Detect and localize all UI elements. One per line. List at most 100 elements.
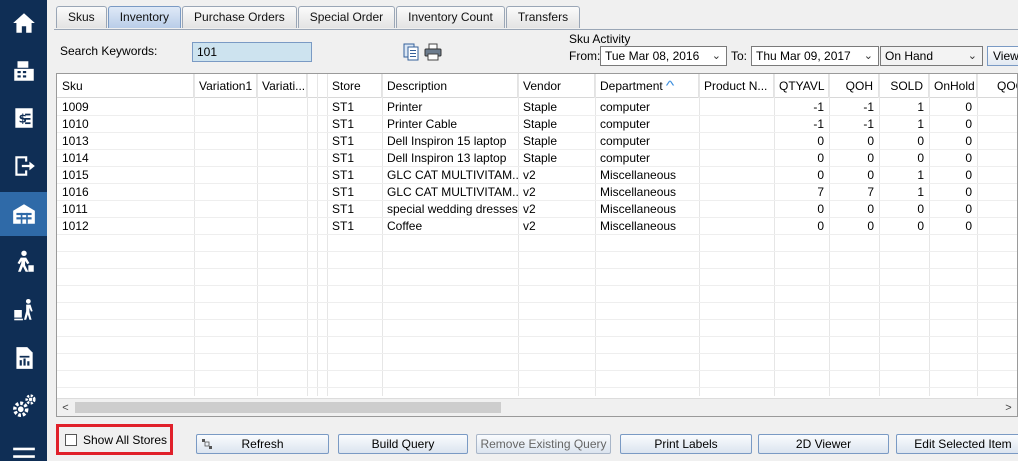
cell-vendor: v2 [523,219,536,233]
sidebar-item-register[interactable] [0,49,47,93]
column-header-variation1[interactable]: Variation1 [194,74,257,98]
show-all-stores-checkbox[interactable] [65,433,77,446]
department-header-label: Department [600,79,663,93]
cell-variation2 [257,218,307,235]
scroll-left-icon[interactable]: < [57,400,74,416]
cell-variation1 [194,99,257,116]
column-header-qoh[interactable]: QOH [829,74,879,98]
tab-transfers[interactable]: Transfers [505,6,581,28]
print-icon[interactable] [424,43,442,61]
column-header-department[interactable]: Department ^ [595,74,699,98]
show-all-stores-highlight: Show All Stores [56,424,173,455]
table-row[interactable] [57,337,1017,354]
cell-product-name [699,184,774,201]
tab-skus[interactable]: Skus [56,6,107,28]
cell-variation1 [194,218,257,235]
cell-department: computer [600,134,651,148]
build-query-button[interactable]: Build Query [338,434,468,454]
sidebar-item-inventory[interactable] [0,192,47,236]
cell-sku: 1013 [62,134,89,148]
cell-description: special wedding dresses [387,202,518,216]
cell-variation2 [257,99,307,116]
table-row[interactable]: 1010 ST1 Printer Cable Staple computer -1 -1 1 0 [57,116,1017,133]
scroll-right-icon[interactable]: > [1000,400,1017,416]
inventory-icon [12,204,35,224]
table-row[interactable]: 1016 ST1 GLC CAT MULTIVITAM... v2 Miscellane… [57,184,1017,201]
cell-blank [307,218,317,235]
table-row[interactable] [57,235,1017,252]
view-button[interactable]: View [987,46,1018,66]
tab-purchase-orders[interactable]: Purchase Orders [182,6,297,28]
table-row[interactable] [57,286,1017,303]
cell-qoh: 0 [867,134,874,148]
column-header-variation2[interactable]: Variati... [257,74,307,98]
remove-existing-query-button[interactable]: Remove Existing Query [476,434,611,454]
cell-description: Printer [387,100,423,114]
edit-selected-item-button[interactable]: Edit Selected Item [896,434,1018,454]
column-header-product-name[interactable]: Product N... [699,74,774,98]
column-header-description[interactable]: Description [382,74,518,98]
table-row[interactable] [57,371,1017,388]
cell-blank [307,184,317,201]
cell-vendor: Staple [523,100,558,114]
to-date-picker[interactable]: Thu Mar 09, 2017 ⌄ [751,46,879,66]
scrollbar-thumb[interactable] [75,402,501,413]
cell-store: ST1 [332,185,355,199]
table-row[interactable] [57,320,1017,337]
from-date-picker[interactable]: Tue Mar 08, 2016 ⌄ [600,46,727,66]
cell-vendor: v2 [523,168,536,182]
cell-store: ST1 [332,117,355,131]
table-row[interactable]: 1013 ST1 Dell Inspiron 15 laptop Staple comp… [57,133,1017,150]
search-input[interactable] [192,42,312,62]
column-header-sku[interactable]: Sku [57,74,194,98]
column-header-onhold[interactable]: OnHold [929,74,977,98]
table-row[interactable] [57,354,1017,371]
cell-qoh: 0 [867,219,874,233]
sidebar-item-sign-out[interactable] [0,144,47,188]
cell-product-name [699,150,774,167]
copy-document-icon[interactable] [402,43,420,61]
column-header-sold[interactable]: SOLD [879,74,929,98]
column-header-qoo[interactable]: QOO [977,74,1017,98]
cell-onhold: 0 [965,219,972,233]
cell-onhold: 0 [965,117,972,131]
tab-special-order[interactable]: Special Order [297,6,396,28]
cell-sold: 1 [917,117,924,131]
cell-sku: 1016 [62,185,89,199]
table-row[interactable]: 1012 ST1 Coffee v2 Miscellaneous 0 0 0 0 [57,218,1017,235]
column-header-qtyavl[interactable]: QTYAVL [774,74,829,98]
sidebar-item-menu[interactable] [0,430,47,461]
sidebar-item-settings[interactable] [0,384,47,428]
cell-department: Miscellaneous [600,168,677,182]
column-header-vendor[interactable]: Vendor [518,74,595,98]
tab-inventory-count[interactable]: Inventory Count [396,6,505,28]
2d-viewer-button[interactable]: 2D Viewer [758,434,889,454]
column-header-store[interactable]: Store [327,74,382,98]
cell-description: Dell Inspiron 13 laptop [387,151,507,165]
sidebar-item-reports[interactable] [0,336,47,380]
sidebar-item-receipt[interactable]: $ [0,96,47,140]
print-labels-button[interactable]: Print Labels [620,434,752,454]
cell-blank [307,150,317,167]
activity-mode-select[interactable]: On Hand ⌄ [880,46,983,66]
left-sidebar: $ [0,0,47,461]
cell-store: ST1 [332,219,355,233]
cell-variation2 [257,133,307,150]
table-row[interactable] [57,303,1017,320]
tab-inventory[interactable]: Inventory [107,6,182,28]
table-row[interactable] [57,252,1017,269]
cell-department: Miscellaneous [600,185,677,199]
receiving-icon [13,298,33,321]
sidebar-item-receiving[interactable] [0,288,47,332]
refresh-button[interactable]: Refresh [196,434,329,454]
horizontal-scrollbar[interactable]: < > [57,398,1017,416]
table-row[interactable] [57,269,1017,286]
table-row[interactable]: 1015 ST1 GLC CAT MULTIVITAM... v2 Miscellane… [57,167,1017,184]
table-row[interactable]: 1014 ST1 Dell Inspiron 13 laptop Staple comp… [57,150,1017,167]
sidebar-item-customer[interactable] [0,240,47,284]
sidebar-item-home[interactable] [0,1,47,45]
table-row[interactable]: 1009 ST1 Printer Staple computer -1 -1 1 0 [57,99,1017,116]
cell-product-name [699,133,774,150]
table-row[interactable]: 1011 ST1 special wedding dresses v2 Miscella… [57,201,1017,218]
grid-header: Sku Variation1 Variati... Store Descript… [57,74,1017,98]
